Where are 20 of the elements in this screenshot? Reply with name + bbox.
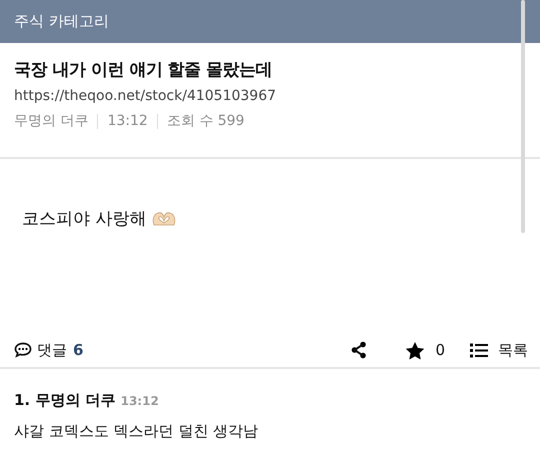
- speech-bubble-icon[interactable]: [14, 342, 32, 358]
- author-name: 무명의 더쿠: [14, 112, 88, 130]
- post-time: 13:12: [107, 113, 148, 129]
- list-icon[interactable]: [470, 342, 488, 358]
- post-url[interactable]: https://theqoo.net/stock/4105103967: [14, 88, 526, 104]
- view-count: 조회 수 599: [166, 112, 244, 130]
- comment-text: 샤갈 코덱스도 덱스라던 덜친 생각남: [14, 422, 260, 441]
- star-icon[interactable]: [405, 340, 426, 360]
- scrollbar[interactable]: [521, 0, 525, 233]
- category-title: 주식 카테고리: [14, 12, 109, 31]
- star-count: 0: [435, 341, 445, 359]
- post-body: 코스피야 사랑해: [22, 209, 148, 229]
- comment-count: 6: [73, 341, 84, 359]
- post-title: 국장 내가 이런 얘기 할줄 몰랐는데: [14, 59, 274, 81]
- share-icon[interactable]: [351, 341, 368, 359]
- comments-label: 댓글: [37, 340, 67, 360]
- heart-hands-icon: [152, 210, 176, 226]
- comment-time: 13:12: [120, 394, 159, 408]
- comment-author: 1. 무명의 더쿠: [14, 391, 116, 410]
- list-button[interactable]: 목록: [498, 340, 528, 360]
